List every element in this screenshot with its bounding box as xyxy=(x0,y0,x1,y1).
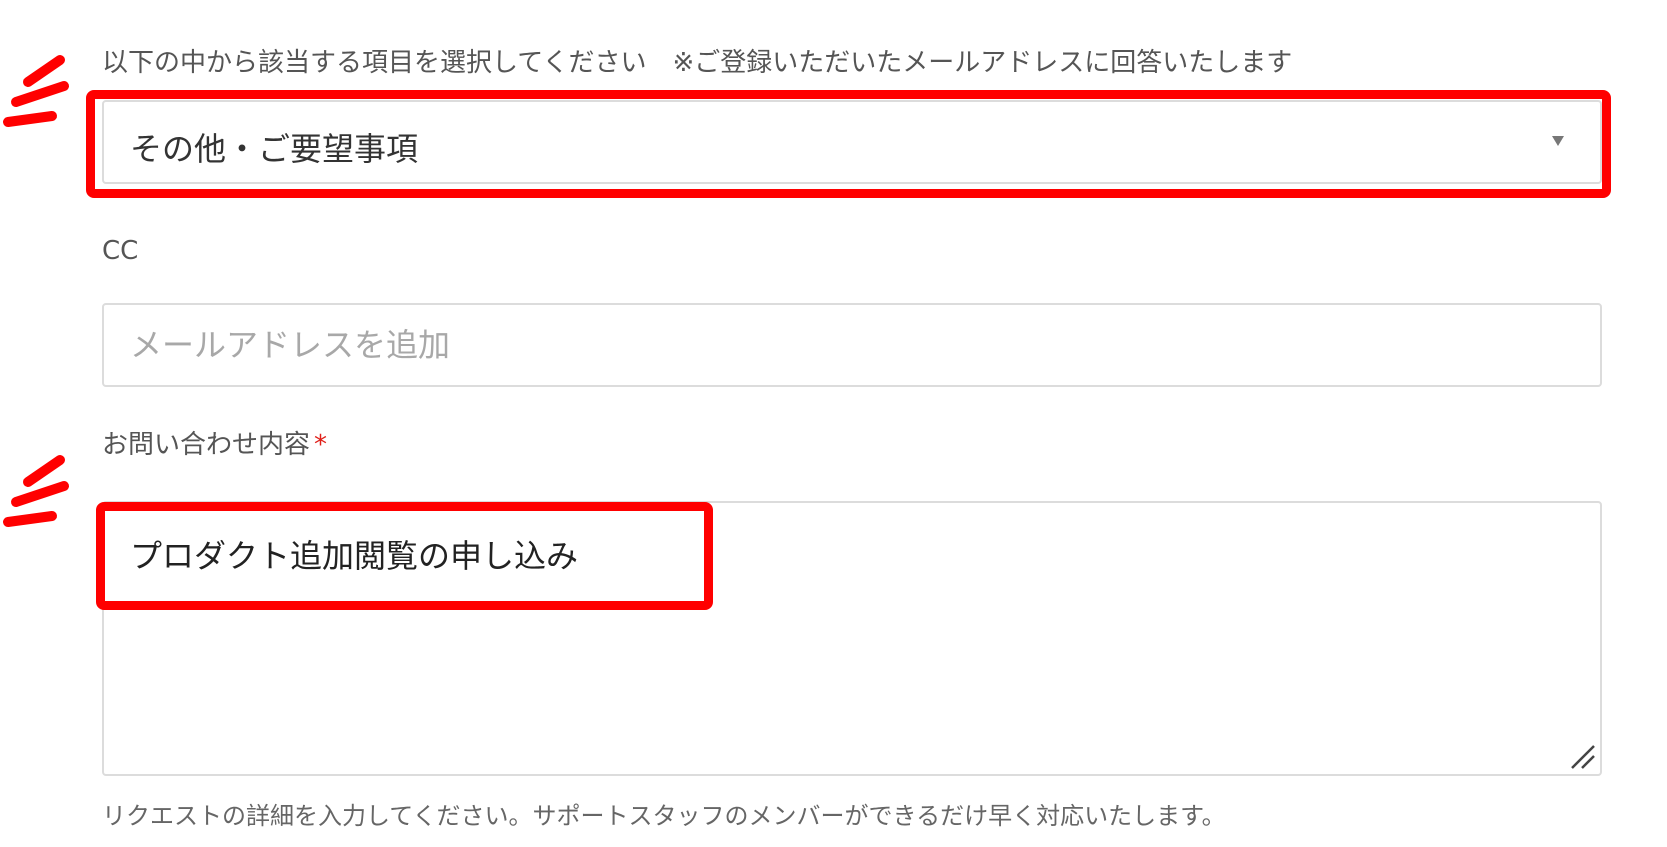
category-label: 以下の中から該当する項目を選択してください ※ご登録いただいたメールアドレスに回… xyxy=(102,48,1293,78)
category-select[interactable]: その他・ご要望事項 xyxy=(102,100,1602,184)
caret-down-icon xyxy=(1552,136,1564,146)
cc-label: CC xyxy=(102,236,139,266)
category-selected-value: その他・ご要望事項 xyxy=(130,130,419,168)
inquiry-label-text: お問い合わせ内容 xyxy=(102,430,311,460)
inquiry-label: お問い合わせ内容 * xyxy=(102,432,327,458)
cc-email-input[interactable] xyxy=(102,303,1602,387)
required-mark: * xyxy=(314,430,328,460)
emphasis-burst-icon xyxy=(3,455,69,527)
inquiry-textarea-value: プロダクト追加閲覧の申し込み xyxy=(130,537,579,575)
emphasis-burst-icon xyxy=(3,55,69,127)
inquiry-hint: リクエストの詳細を入力してください。サポートスタッフのメンバーができるだけ早く対… xyxy=(102,802,1226,830)
resize-handle-icon[interactable] xyxy=(1566,740,1596,770)
inquiry-textarea[interactable]: プロダクト追加閲覧の申し込み xyxy=(102,501,1602,776)
